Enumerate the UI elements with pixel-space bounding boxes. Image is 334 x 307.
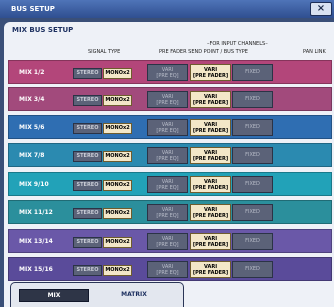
- stereo-button[interactable]: STEREO: [73, 68, 102, 79]
- vari-pre-fader-line2: [PRE FADER]: [192, 128, 229, 134]
- mix-row-name: MIX 11/12: [19, 209, 53, 216]
- mix-row: MIX 3/4 STEREO MONOx2 VARI [PRE EQ] VARI [PRE …: [8, 87, 332, 111]
- vari-pre-fader-line2: [PRE FADER]: [192, 213, 229, 219]
- fixed-button[interactable]: FIXED: [232, 147, 273, 164]
- signal-type-header: SIGNAL TYPE: [88, 49, 121, 55]
- vari-pre-fader-button[interactable]: VARI [PRE FADER]: [190, 261, 231, 278]
- stereo-button[interactable]: STEREO: [73, 237, 102, 248]
- vari-pre-fader-button[interactable]: VARI [PRE FADER]: [190, 119, 231, 136]
- fixed-button[interactable]: FIXED: [232, 176, 273, 193]
- mix-row-name: MIX 15/16: [19, 266, 53, 273]
- vari-pre-fader-line2: [PRE FADER]: [192, 156, 229, 162]
- window-title-bar: BUS SETUP ×: [0, 0, 334, 18]
- fixed-button[interactable]: FIXED: [232, 233, 273, 250]
- vari-pre-eq-button[interactable]: VARI [PRE EQ]: [147, 64, 188, 81]
- mix-row-name: MIX 13/14: [19, 238, 53, 245]
- mix-row-name: MIX 3/4: [19, 96, 45, 103]
- mono-x2-button[interactable]: MONOx2: [103, 123, 132, 134]
- vari-pre-fader-button[interactable]: VARI [PRE FADER]: [190, 147, 231, 164]
- stereo-button[interactable]: STEREO: [73, 95, 102, 106]
- vari-pre-fader-line2: [PRE FADER]: [192, 242, 229, 248]
- vari-pre-eq-line2: [PRE EQ]: [156, 156, 179, 162]
- bus-tab-bar: MIX MATRIX: [10, 282, 184, 307]
- vari-pre-eq-line2: [PRE EQ]: [156, 128, 179, 134]
- vari-pre-eq-line2: [PRE EQ]: [156, 242, 179, 248]
- mix-row-name: MIX 7/8: [19, 152, 45, 159]
- stereo-button[interactable]: STEREO: [73, 151, 102, 162]
- vari-pre-eq-line2: [PRE EQ]: [156, 270, 179, 276]
- mix-row: MIX 9/10 STEREO MONOx2 VARI [PRE EQ] VARI [PRE…: [8, 172, 332, 196]
- vari-pre-fader-line2: [PRE FADER]: [192, 73, 229, 79]
- mono-x2-button[interactable]: MONOx2: [103, 180, 132, 191]
- tab-matrix[interactable]: MATRIX: [99, 289, 169, 302]
- mono-x2-button[interactable]: MONOx2: [103, 237, 132, 248]
- mix-row: MIX 11/12 STEREO MONOx2 VARI [PRE EQ] VARI [PR…: [8, 200, 332, 224]
- vari-pre-eq-button[interactable]: VARI [PRE EQ]: [147, 204, 188, 221]
- vari-pre-fader-line2: [PRE FADER]: [192, 185, 229, 191]
- window-title: BUS SETUP: [11, 5, 55, 13]
- vari-pre-eq-button[interactable]: VARI [PRE EQ]: [147, 91, 188, 108]
- stereo-button[interactable]: STEREO: [73, 208, 102, 219]
- stereo-button[interactable]: STEREO: [73, 265, 102, 276]
- vari-pre-fader-button[interactable]: VARI [PRE FADER]: [190, 64, 231, 81]
- panel-title: MIX BUS SETUP: [12, 26, 74, 34]
- mix-row: MIX 15/16 STEREO MONOx2 VARI [PRE EQ] VARI [PR…: [8, 257, 332, 281]
- fixed-button[interactable]: FIXED: [232, 91, 273, 108]
- fixed-button[interactable]: FIXED: [232, 204, 273, 221]
- mix-row-name: MIX 1/2: [19, 69, 45, 76]
- vari-pre-fader-line2: [PRE FADER]: [192, 270, 229, 276]
- close-button[interactable]: ×: [310, 2, 332, 16]
- stereo-button[interactable]: STEREO: [73, 180, 102, 191]
- mono-x2-button[interactable]: MONOx2: [103, 95, 132, 106]
- vari-pre-eq-button[interactable]: VARI [PRE EQ]: [147, 176, 188, 193]
- mix-row-name: MIX 5/6: [19, 124, 45, 131]
- mono-x2-button[interactable]: MONOx2: [103, 68, 132, 79]
- pan-link-header: PAN LINK: [303, 49, 326, 55]
- mix-row: MIX 13/14 STEREO MONOx2 VARI [PRE EQ] VARI [PR…: [8, 229, 332, 253]
- vari-pre-eq-line2: [PRE EQ]: [156, 100, 179, 106]
- send-point-header: PRE FADER SEND POINT / BUS TYPE: [159, 49, 248, 55]
- vari-pre-eq-line2: [PRE EQ]: [156, 73, 179, 79]
- vari-pre-fader-button[interactable]: VARI [PRE FADER]: [190, 204, 231, 221]
- mix-row-name: MIX 9/10: [19, 181, 49, 188]
- mix-row: MIX 1/2 STEREO MONOx2 VARI [PRE EQ] VARI [PRE …: [8, 60, 332, 84]
- vari-pre-eq-line2: [PRE EQ]: [156, 213, 179, 219]
- mix-row: MIX 5/6 STEREO MONOx2 VARI [PRE EQ] VARI [PRE …: [8, 115, 332, 139]
- mono-x2-button[interactable]: MONOx2: [103, 265, 132, 276]
- vari-pre-eq-button[interactable]: VARI [PRE EQ]: [147, 261, 188, 278]
- fixed-button[interactable]: FIXED: [232, 64, 273, 81]
- fixed-button[interactable]: FIXED: [232, 119, 273, 136]
- mono-x2-button[interactable]: MONOx2: [103, 151, 132, 162]
- vari-pre-eq-button[interactable]: VARI [PRE EQ]: [147, 147, 188, 164]
- tab-mix[interactable]: MIX: [19, 289, 89, 302]
- mono-x2-button[interactable]: MONOx2: [103, 208, 132, 219]
- stereo-button[interactable]: STEREO: [73, 123, 102, 134]
- mix-row: MIX 7/8 STEREO MONOx2 VARI [PRE EQ] VARI [PRE …: [8, 143, 332, 167]
- for-input-channels-header: –FOR INPUT CHANNELS–: [207, 41, 268, 47]
- fixed-button[interactable]: FIXED: [232, 261, 273, 278]
- vari-pre-fader-button[interactable]: VARI [PRE FADER]: [190, 233, 231, 250]
- vari-pre-fader-line2: [PRE FADER]: [192, 100, 229, 106]
- close-icon: ×: [316, 3, 326, 14]
- vari-pre-eq-line2: [PRE EQ]: [156, 185, 179, 191]
- vari-pre-fader-button[interactable]: VARI [PRE FADER]: [190, 176, 231, 193]
- vari-pre-eq-button[interactable]: VARI [PRE EQ]: [147, 233, 188, 250]
- vari-pre-eq-button[interactable]: VARI [PRE EQ]: [147, 119, 188, 136]
- vari-pre-fader-button[interactable]: VARI [PRE FADER]: [190, 91, 231, 108]
